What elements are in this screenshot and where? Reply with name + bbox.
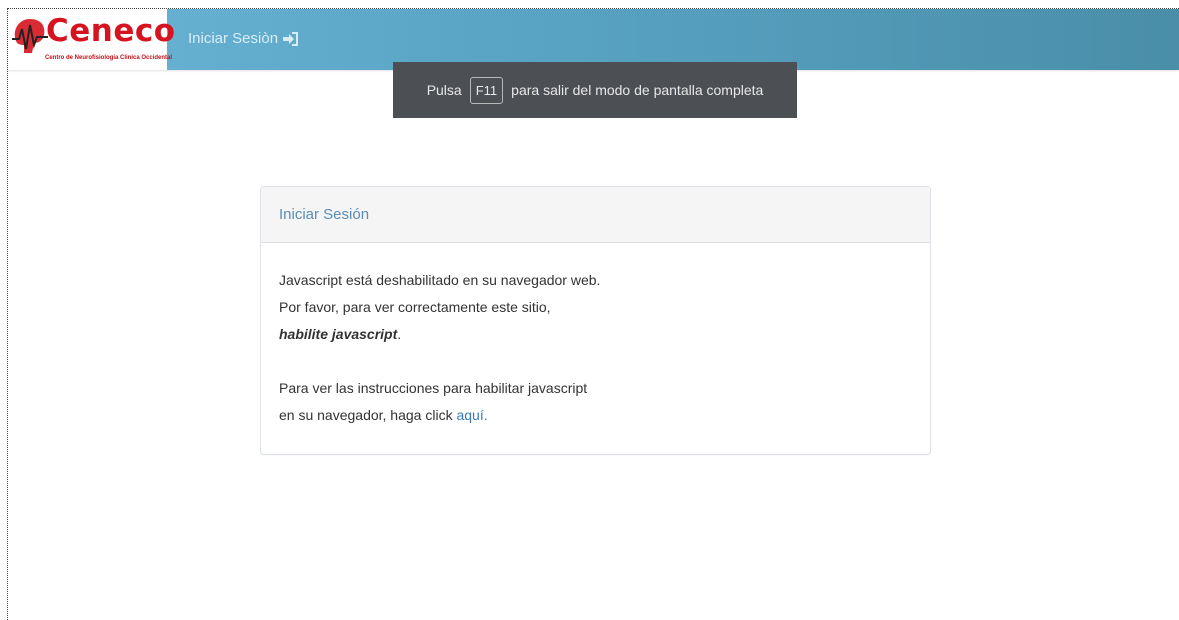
panel-body: Javascript está deshabilitado en su nave…	[261, 243, 930, 429]
enable-js-emphasis: habilite javascript	[279, 326, 398, 342]
logo-wordmark: Ceneco	[46, 13, 176, 49]
instructions-link-line: en su navegador, haga click aquí.	[279, 402, 912, 429]
enable-js-line: habilite javascript.	[279, 321, 912, 348]
f11-key-badge: F11	[469, 76, 504, 104]
instructions-text: Para ver las instrucciones para habilita…	[279, 380, 588, 396]
banner-prefix: Pulsa	[426, 82, 462, 98]
ceneco-logo[interactable]: Ceneco Centro de Neurofisiologia Clinica…	[8, 9, 175, 70]
page-border-left	[7, 8, 8, 620]
login-panel: Iniciar Sesión Javascript está deshabili…	[260, 186, 931, 455]
banner-suffix: para salir del modo de pantalla completa	[511, 82, 764, 98]
js-instruction-text: Por favor, para ver correctamente este s…	[279, 299, 551, 315]
login-nav-link[interactable]: Iniciar Sesiòn	[188, 30, 299, 47]
js-disabled-message: Javascript está deshabilitado en su nave…	[279, 272, 601, 288]
instructions-link-prefix: en su navegador, haga click	[279, 407, 453, 423]
sign-in-icon	[283, 31, 299, 46]
top-navbar: Ceneco Centro de Neurofisiologia Clinica…	[8, 9, 1179, 70]
enable-js-period: .	[397, 326, 402, 342]
login-nav-label: Iniciar Sesiòn	[188, 30, 279, 47]
instructions-link[interactable]: aquí.	[456, 407, 487, 423]
panel-title: Iniciar Sesión	[261, 187, 930, 243]
brain-ekg-icon	[12, 19, 48, 53]
logo-subtitle: Centro de Neurofisiologia Clinica Occide…	[45, 55, 173, 61]
fullscreen-exit-banner: Pulsa F11 para salir del modo de pantall…	[393, 62, 797, 118]
